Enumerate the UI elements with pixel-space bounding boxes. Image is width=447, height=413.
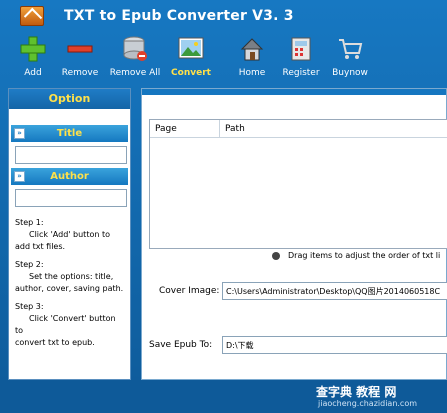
minus-icon xyxy=(65,34,95,64)
panel-top-strip xyxy=(142,89,446,95)
app-logo-icon xyxy=(20,6,44,26)
convert-button[interactable]: Convert xyxy=(161,34,221,78)
main-panel: Page Path Drag items to adjust the order… xyxy=(141,88,447,380)
step-3: Step 3: Click 'Convert' button to conver… xyxy=(15,302,116,347)
option-header: Option xyxy=(9,89,130,109)
plus-icon xyxy=(18,34,48,64)
info-icon xyxy=(272,251,280,260)
app-window: TXT to Epub Converter V3. 3 Add Remove R… xyxy=(0,0,447,413)
title-section-header[interactable]: » Title xyxy=(11,125,128,142)
save-epub-label: Save Epub To: xyxy=(149,340,213,350)
column-path[interactable]: Path xyxy=(220,120,447,137)
home-icon xyxy=(237,34,267,64)
buynow-button[interactable]: Buynow xyxy=(320,34,380,78)
file-list-header: Page Path xyxy=(150,120,447,138)
watermark-url: jiaocheng.chazidian.com xyxy=(318,399,418,408)
column-page[interactable]: Page xyxy=(150,120,220,137)
remove-button[interactable]: Remove xyxy=(50,34,110,78)
options-panel: Option » Title » Author Step 1: Click 'A… xyxy=(8,88,131,380)
author-section-header[interactable]: » Author xyxy=(11,168,128,185)
cover-image-label: Cover Image: xyxy=(159,286,220,296)
save-epub-field[interactable]: D:\下载 xyxy=(222,336,447,354)
app-title: TXT to Epub Converter V3. 3 xyxy=(64,8,294,24)
database-remove-icon xyxy=(120,34,150,64)
instructions: Step 1: Click 'Add' button to add txt fi… xyxy=(9,207,130,349)
collapse-icon[interactable]: » xyxy=(14,128,25,139)
collapse-icon[interactable]: » xyxy=(14,171,25,182)
watermark-text: 查字典 教程 网 xyxy=(316,385,397,399)
remove-all-button[interactable]: Remove All xyxy=(105,34,165,78)
picture-convert-icon xyxy=(176,34,206,64)
title-input[interactable] xyxy=(15,146,127,164)
step-2: Step 2: Set the options: title, author, … xyxy=(15,260,124,293)
drag-hint: Drag items to adjust the order of txt li xyxy=(272,251,440,260)
file-list[interactable]: Page Path xyxy=(149,119,447,249)
toolbar: Add Remove Remove All Convert Home Regis… xyxy=(0,34,447,86)
step-1: Step 1: Click 'Add' button to add txt fi… xyxy=(15,218,110,251)
author-input[interactable] xyxy=(15,189,127,207)
register-icon xyxy=(286,34,316,64)
cover-image-field[interactable]: C:\Users\Administrator\Desktop\QQ图片20140… xyxy=(222,282,447,300)
cart-icon xyxy=(335,34,365,64)
title-bar: TXT to Epub Converter V3. 3 xyxy=(0,0,447,32)
